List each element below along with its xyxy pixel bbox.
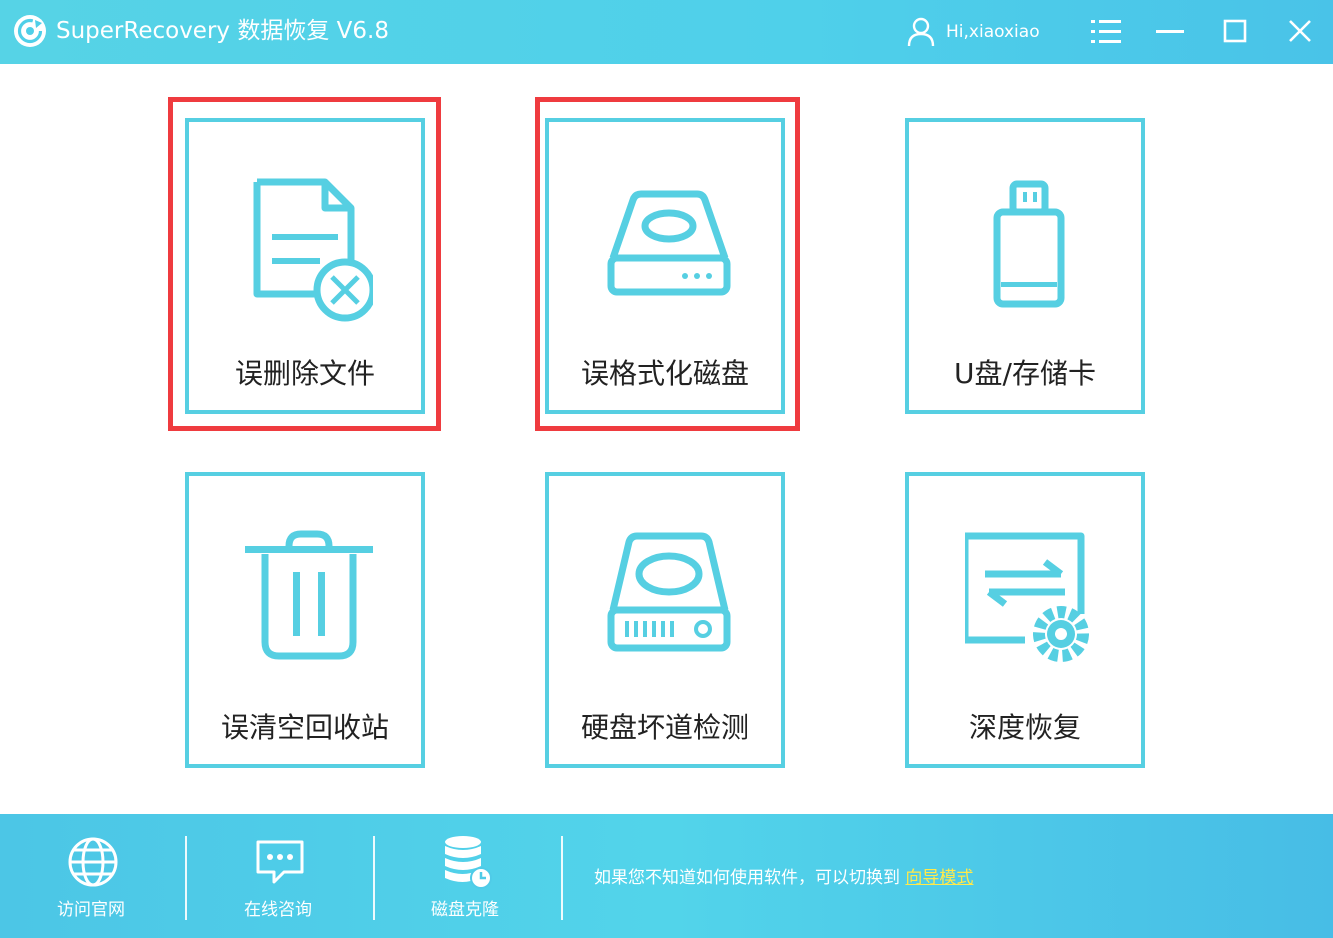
mode-label: U盘/存储卡	[954, 357, 1096, 390]
globe-icon	[68, 837, 118, 887]
trash-bin-icon	[245, 530, 373, 660]
disk-clone-button[interactable]: 磁盘克隆	[405, 814, 525, 938]
mode-card-bad-sector-check[interactable]: 硬盘坏道检测	[545, 472, 785, 768]
tool-label: 在线咨询	[244, 900, 312, 920]
list-menu-icon[interactable]	[1088, 14, 1124, 50]
refresh-circle-icon	[14, 15, 46, 47]
wizard-hint: 如果您不知道如何使用软件，可以切换到 向导模式	[594, 866, 973, 890]
online-consult-button[interactable]: 在线咨询	[218, 814, 338, 938]
mode-label: 硬盘坏道检测	[580, 711, 749, 744]
close-icon[interactable]	[1282, 14, 1318, 50]
mode-card-usb-card[interactable]: U盘/存储卡	[905, 118, 1145, 414]
user-icon[interactable]	[906, 16, 936, 48]
divider	[185, 836, 187, 920]
disk-drive-icon	[607, 190, 731, 296]
mode-label: 误删除文件	[234, 357, 375, 390]
mode-card-formatted-disk[interactable]: 误格式化磁盘	[545, 118, 785, 414]
usb-drive-icon	[993, 180, 1065, 308]
mode-label: 误清空回收站	[220, 711, 389, 744]
mode-card-deleted-files[interactable]: 误删除文件	[185, 118, 425, 414]
maximize-icon[interactable]	[1217, 14, 1253, 50]
deep-recovery-icon	[965, 532, 1089, 662]
database-clone-icon	[445, 836, 492, 889]
chat-bubble-icon	[256, 840, 304, 884]
mode-label: 深度恢复	[968, 711, 1081, 744]
tool-label: 磁盘克隆	[431, 900, 499, 920]
bottom-toolbar: 访问官网 在线咨询 磁盘克隆 如果您不知道如何使用软件，可以切换到 向导模式	[0, 814, 1333, 938]
deleted-file-icon	[253, 178, 373, 322]
tool-label: 访问官网	[57, 900, 125, 920]
mode-label: 误格式化磁盘	[580, 357, 749, 390]
user-name[interactable]: Hi,xiaoxiao	[946, 18, 1040, 46]
mode-card-deep-recovery[interactable]: 深度恢复	[905, 472, 1145, 768]
recovery-mode-panel: 误删除文件 误格式化磁盘 U盘/存储卡 误清空回收站 硬盘坏道检测 深度恢复	[0, 64, 1333, 814]
hint-text: 如果您不知道如何使用软件，可以切换到	[594, 868, 900, 888]
app-title: SuperRecovery 数据恢复 V6.8	[56, 18, 389, 44]
mode-card-recycle-bin[interactable]: 误清空回收站	[185, 472, 425, 768]
visit-website-button[interactable]: 访问官网	[31, 814, 151, 938]
divider	[373, 836, 375, 920]
divider	[561, 836, 563, 920]
title-bar: SuperRecovery 数据恢复 V6.8 Hi,xiaoxiao	[0, 0, 1333, 64]
hard-disk-check-icon	[607, 532, 731, 652]
minimize-icon[interactable]	[1152, 14, 1188, 50]
wizard-mode-link[interactable]: 向导模式	[905, 868, 973, 888]
